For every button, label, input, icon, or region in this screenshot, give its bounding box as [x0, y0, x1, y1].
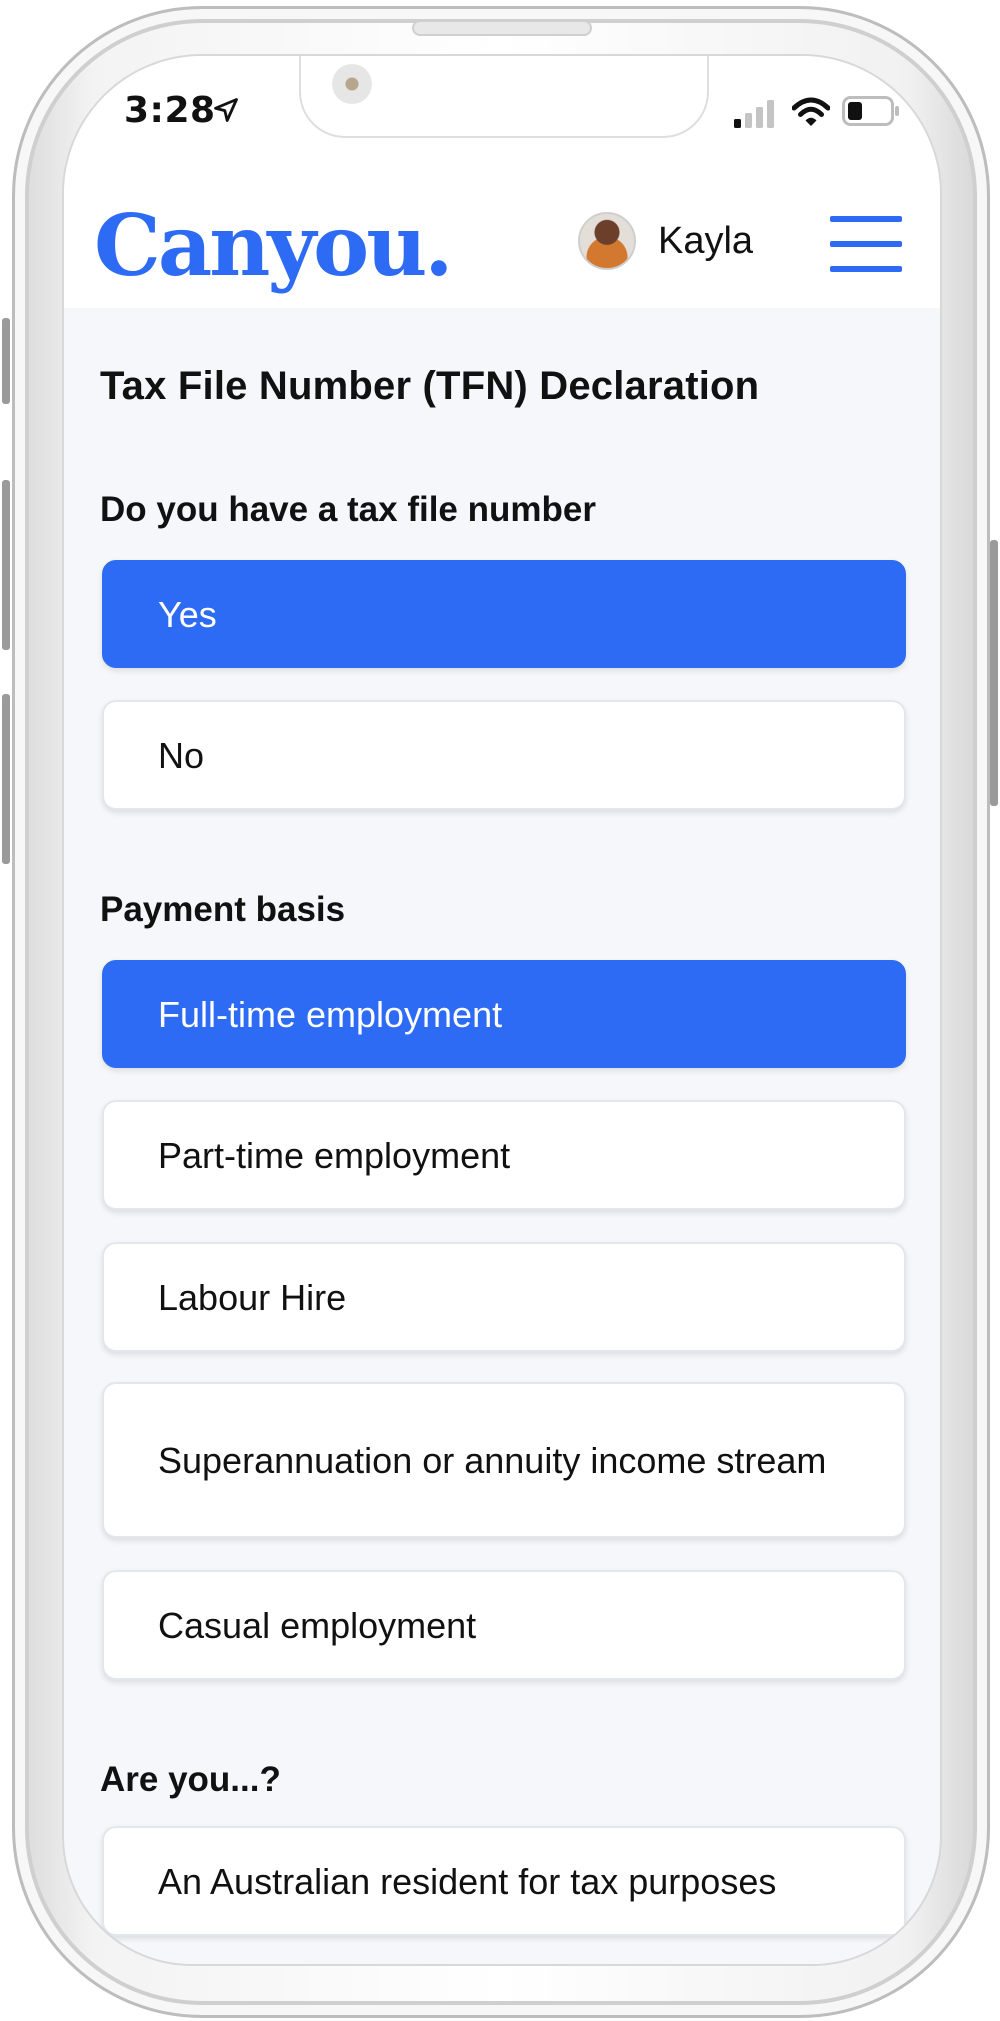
avatar[interactable]	[578, 212, 636, 270]
app-header: Canyou. Kayla	[64, 196, 940, 308]
residency-question-label: Are you...?	[100, 1760, 281, 1799]
location-arrow-icon	[214, 98, 238, 122]
tfn-question-label: Do you have a tax file number	[100, 490, 596, 529]
option-tfn-no[interactable]: No	[102, 700, 906, 810]
user-name[interactable]: Kayla	[658, 220, 753, 263]
status-bar: 3:28	[64, 56, 940, 196]
mute-switch	[2, 318, 10, 404]
option-casual-employment[interactable]: Casual employment	[102, 1570, 906, 1680]
option-labour-hire[interactable]: Labour Hire	[102, 1242, 906, 1352]
option-part-time-employment[interactable]: Part-time employment	[102, 1100, 906, 1210]
page-title: Tax File Number (TFN) Declaration	[100, 364, 760, 408]
battery-icon	[842, 96, 899, 126]
option-tfn-yes[interactable]: Yes	[102, 560, 906, 668]
option-australian-resident[interactable]: An Australian resident for tax purposes	[102, 1826, 906, 1936]
volume-up-button	[2, 480, 10, 650]
power-button	[990, 540, 998, 806]
wifi-icon	[792, 97, 830, 126]
hamburger-menu-icon[interactable]	[830, 216, 902, 272]
status-time: 3:28	[124, 90, 216, 131]
phone-screen: 3:28 Canyou. Kayla Tax File Number (TFN)…	[62, 54, 942, 1966]
option-superannuation-income-stream[interactable]: Superannuation or annuity income stream	[102, 1382, 906, 1538]
volume-down-button	[2, 694, 10, 864]
screen-bottom	[64, 1942, 940, 1964]
option-full-time-employment[interactable]: Full-time employment	[102, 960, 906, 1068]
payment-basis-label: Payment basis	[100, 890, 346, 929]
front-camera	[332, 64, 372, 104]
cellular-signal-icon	[734, 100, 774, 128]
brand-logo[interactable]: Canyou.	[94, 196, 454, 295]
speaker-grill	[412, 20, 592, 36]
